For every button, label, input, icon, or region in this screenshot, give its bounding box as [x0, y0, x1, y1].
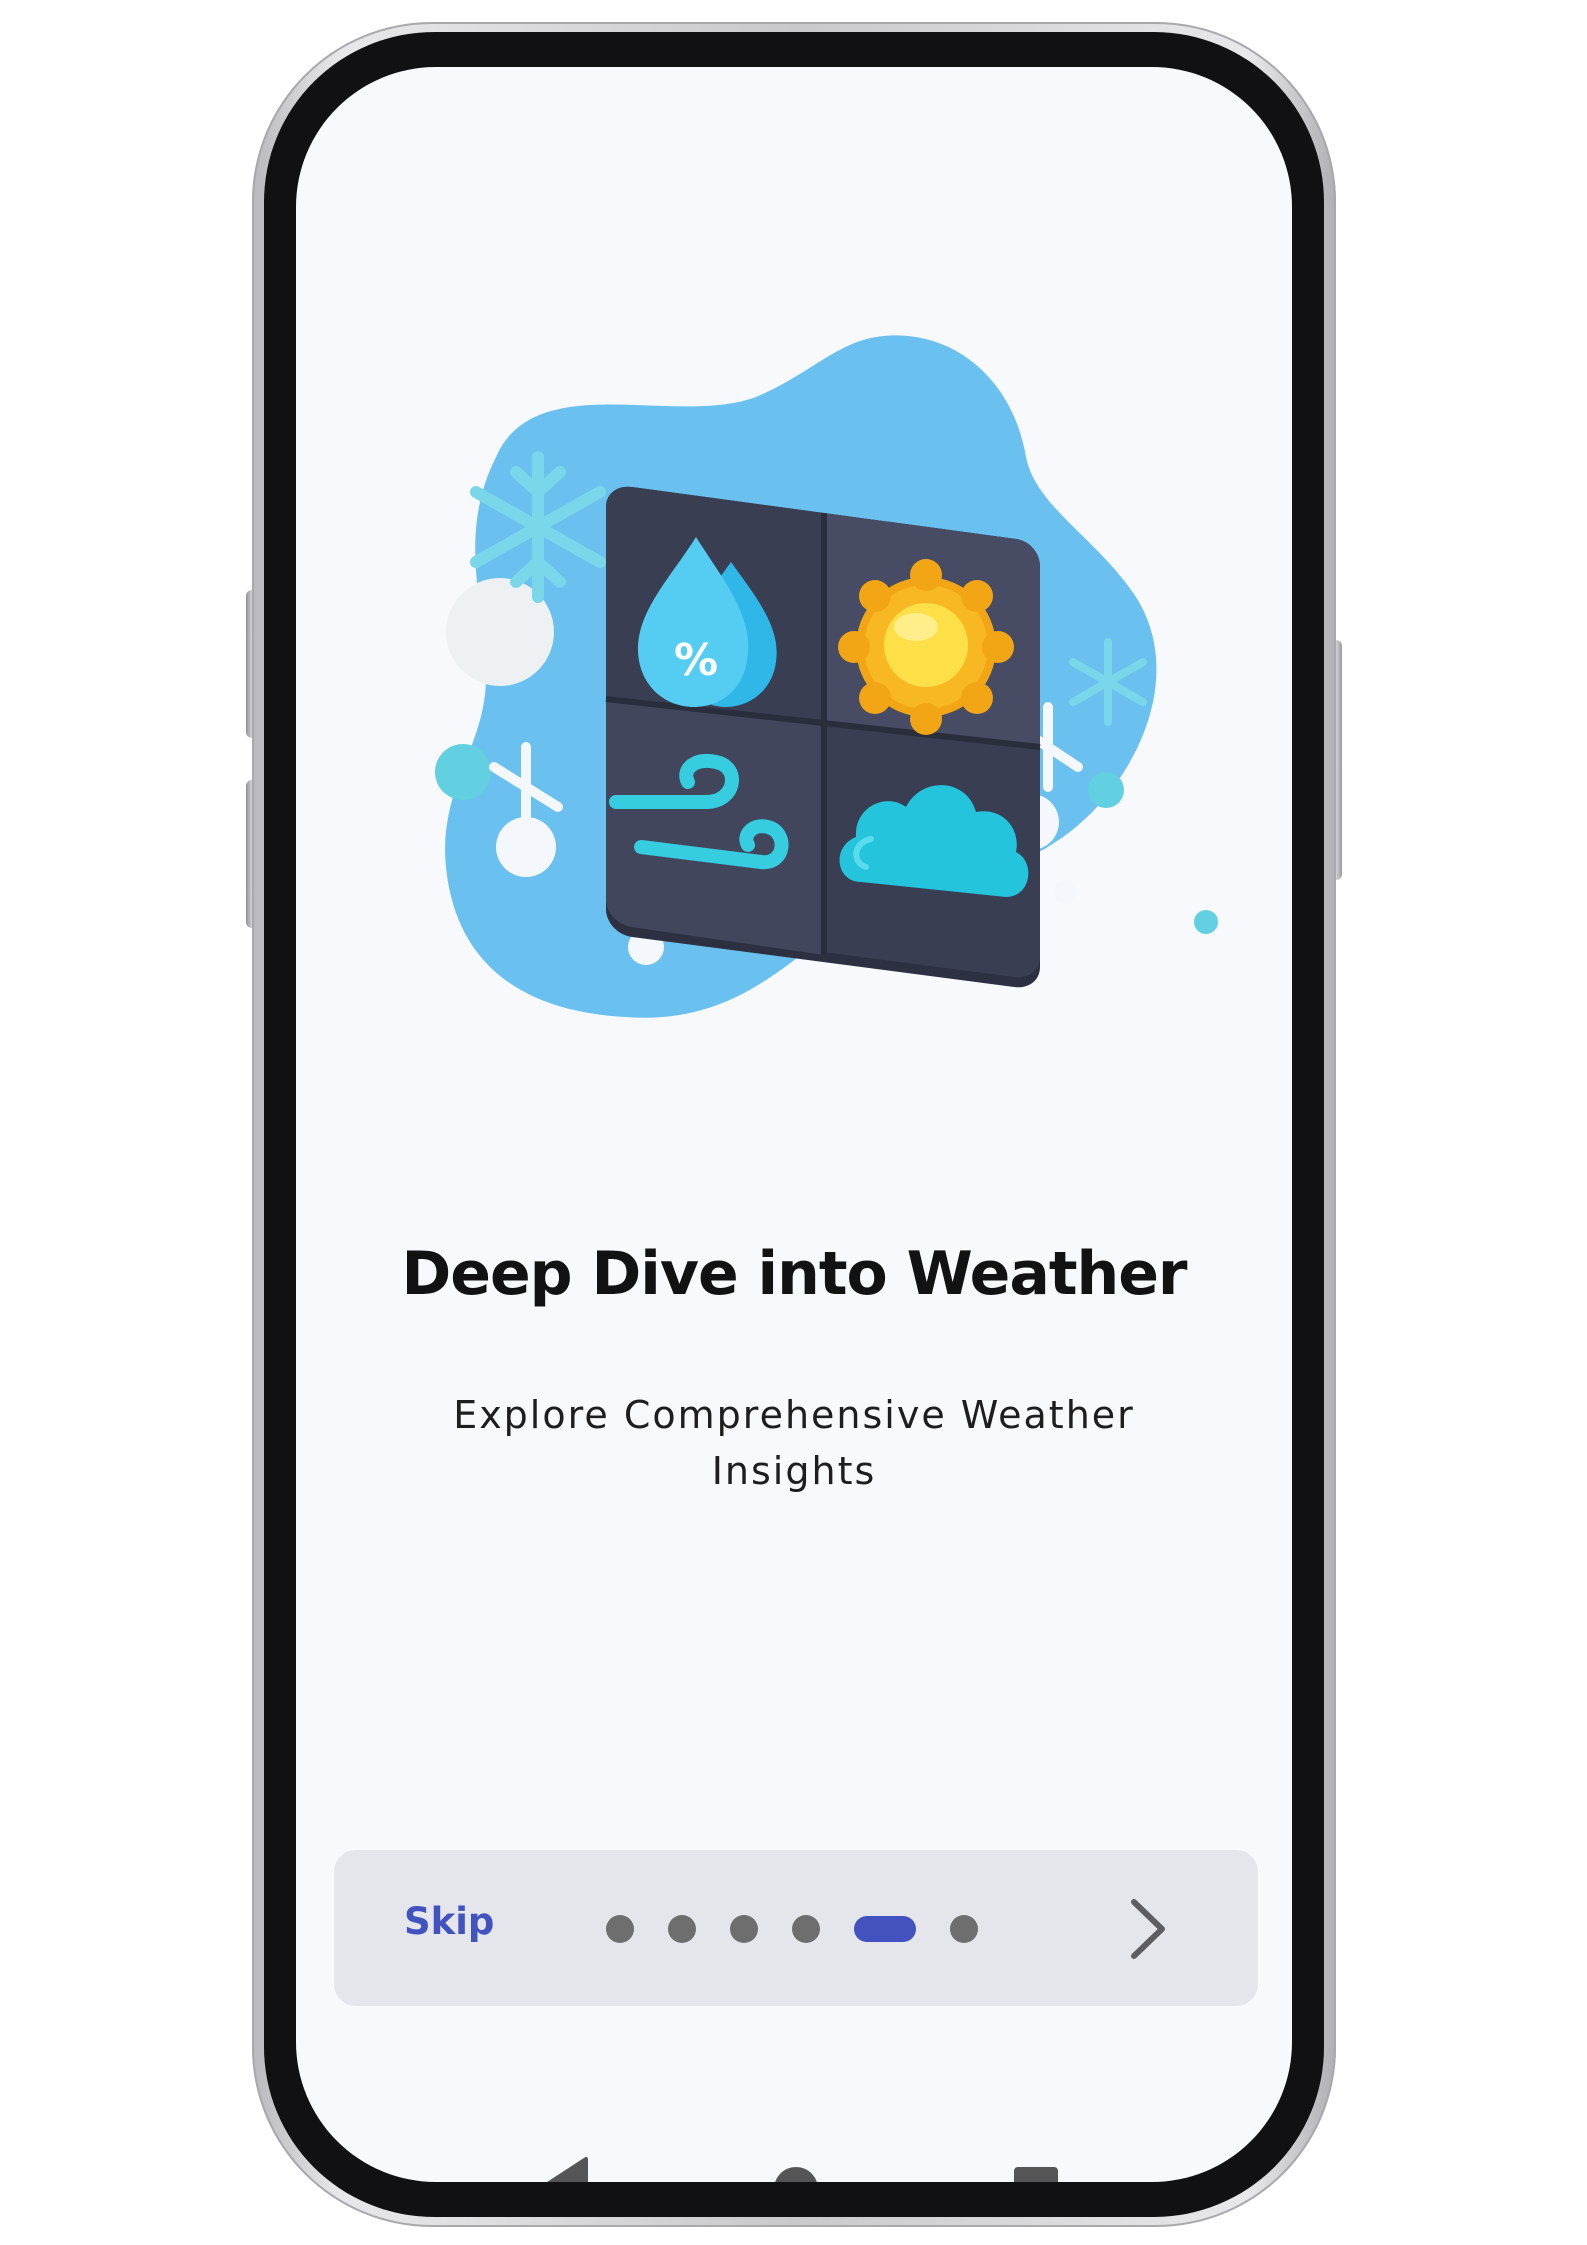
onboarding-screen: % Deep Dive into Weather Explore Compreh…	[296, 67, 1292, 2182]
page-dot[interactable]	[606, 1915, 634, 1943]
page-dot[interactable]	[792, 1915, 820, 1943]
back-triangle-icon[interactable]	[528, 2149, 598, 2182]
decor-circle	[435, 744, 491, 800]
page: % Deep Dive into Weather Explore Compreh…	[0, 0, 1587, 2245]
page-dot-active[interactable]	[854, 1916, 916, 1942]
page-dot[interactable]	[730, 1915, 758, 1943]
next-button[interactable]	[1118, 1894, 1178, 1964]
decor-circle	[1054, 880, 1078, 904]
weather-illustration: %	[435, 335, 1218, 1018]
decor-circle	[1088, 772, 1124, 808]
phone-bezel: % Deep Dive into Weather Explore Compreh…	[264, 32, 1324, 2217]
onboarding-title: Deep Dive into Weather	[401, 1239, 1187, 1309]
decor-circle	[1194, 910, 1218, 934]
skip-button[interactable]: Skip	[404, 1900, 494, 1943]
home-circle-icon[interactable]	[756, 2149, 836, 2182]
humidity-percent-symbol: %	[674, 635, 718, 686]
page-indicator	[606, 1914, 1012, 1944]
sun-icon	[838, 559, 1014, 735]
page-dot[interactable]	[668, 1915, 696, 1943]
system-navigation-bar	[296, 2149, 1292, 2182]
chevron-right-icon	[1131, 1899, 1165, 1959]
recents-square-icon[interactable]	[996, 2149, 1076, 2182]
weather-tile-board	[605, 486, 1041, 988]
onboarding-controls: Skip	[334, 1850, 1258, 2006]
phone-frame: % Deep Dive into Weather Explore Compreh…	[252, 22, 1336, 2227]
onboarding-subtitle: Explore Comprehensive Weather Insights	[453, 1393, 1135, 1493]
page-dot[interactable]	[950, 1915, 978, 1943]
